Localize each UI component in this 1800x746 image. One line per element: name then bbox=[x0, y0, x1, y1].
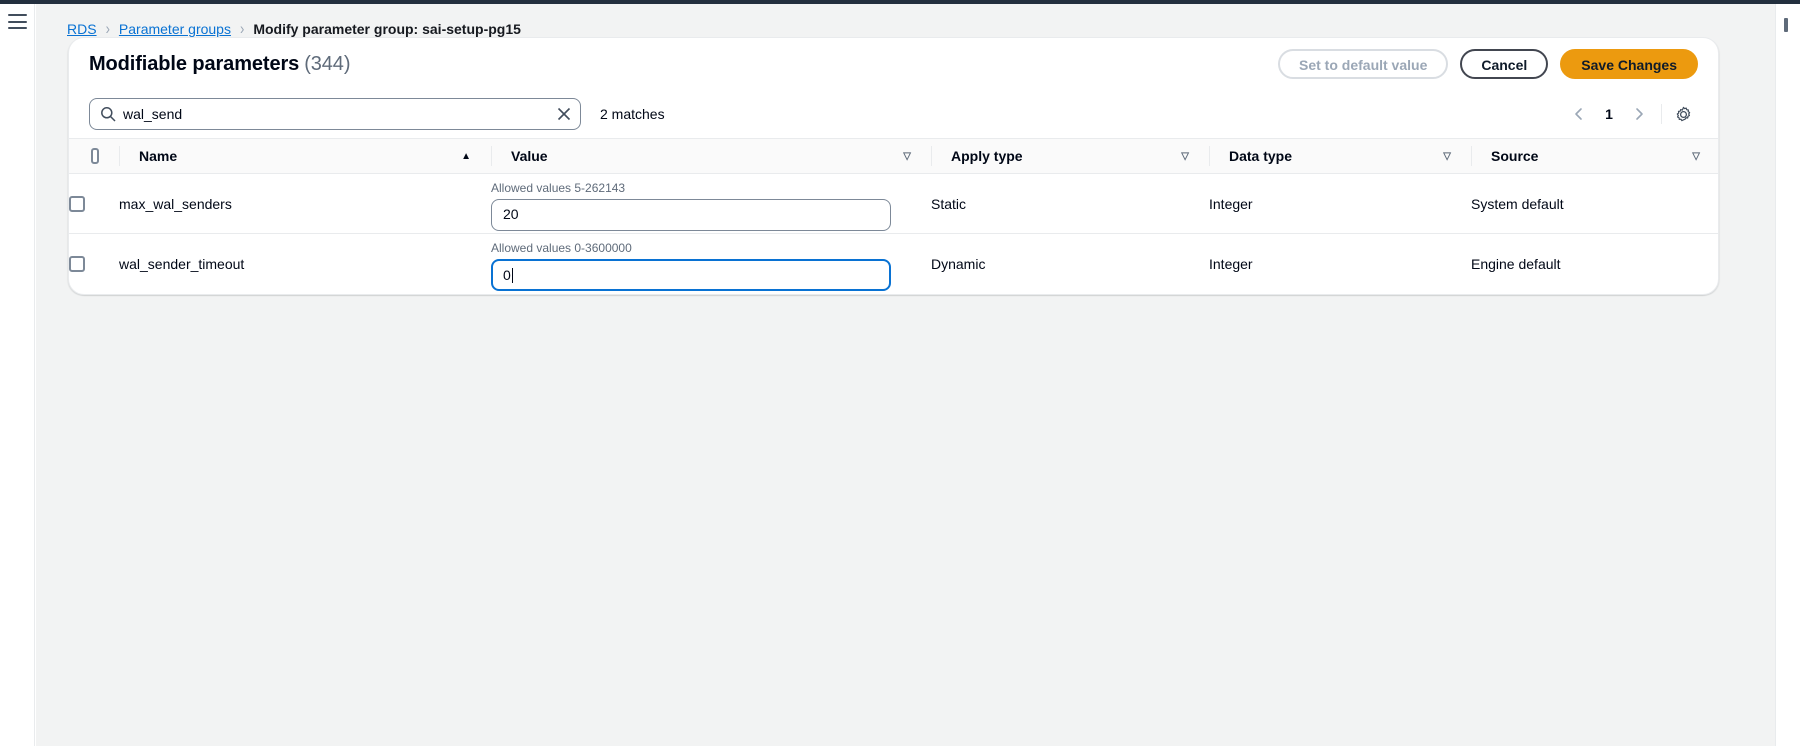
allowed-values-hint: Allowed values 5-262143 bbox=[491, 180, 911, 196]
parameter-value-text: 20 bbox=[503, 206, 519, 222]
gear-icon[interactable] bbox=[1668, 99, 1698, 129]
source-value: System default bbox=[1471, 196, 1719, 212]
table-row: max_wal_senders Allowed values 5-262143 … bbox=[69, 174, 1719, 234]
hamburger-menu-icon[interactable] bbox=[8, 14, 27, 29]
data-type-value: Integer bbox=[1209, 256, 1471, 272]
column-header-name[interactable]: Name ▲ bbox=[119, 139, 491, 174]
column-divider bbox=[119, 146, 120, 166]
row-checkbox[interactable] bbox=[69, 196, 85, 212]
top-accent-bar bbox=[0, 0, 1800, 4]
parameter-value-text: 0 bbox=[503, 267, 511, 283]
column-header-data-type-label: Data type bbox=[1229, 148, 1292, 164]
parameter-count: (344) bbox=[304, 53, 350, 75]
column-header-source-label: Source bbox=[1491, 148, 1538, 164]
breadcrumb-item-current: Modify parameter group: sai-setup-pg15 bbox=[253, 19, 521, 39]
column-header-name-label: Name bbox=[139, 148, 177, 164]
column-header-apply-type[interactable]: Apply type ▽ bbox=[931, 139, 1209, 174]
column-header-apply-type-label: Apply type bbox=[951, 148, 1023, 164]
breadcrumb-item-rds[interactable]: RDS bbox=[67, 19, 97, 39]
pagination: 1 bbox=[1563, 98, 1698, 130]
set-to-default-value-button[interactable]: Set to default value bbox=[1278, 49, 1448, 79]
text-caret bbox=[512, 268, 513, 283]
cancel-button[interactable]: Cancel bbox=[1460, 49, 1548, 79]
parameter-value-input[interactable]: 20 bbox=[491, 199, 891, 231]
breadcrumb-item-parameter-groups[interactable]: Parameter groups bbox=[119, 19, 231, 39]
chevron-right-icon[interactable] bbox=[1623, 98, 1655, 130]
main-content-area: RDS › Parameter groups › Modify paramete… bbox=[36, 4, 1775, 746]
select-all-checkbox[interactable] bbox=[91, 148, 99, 164]
apply-type-value: Static bbox=[931, 196, 1209, 212]
table-header-row: Name ▲ Value ▽ Apply t bbox=[69, 139, 1719, 174]
apply-type-value: Dynamic bbox=[931, 256, 1209, 272]
column-divider bbox=[1471, 146, 1472, 166]
right-panel-rail bbox=[1775, 4, 1800, 746]
table-header: Name ▲ Value ▽ Apply t bbox=[69, 139, 1719, 174]
sort-icon: ▽ bbox=[1443, 151, 1451, 162]
page-title-text: Modifiable parameters bbox=[89, 53, 299, 75]
column-header-source[interactable]: Source ▽ bbox=[1471, 139, 1719, 174]
page-number-1[interactable]: 1 bbox=[1595, 98, 1623, 130]
data-type-value: Integer bbox=[1209, 196, 1471, 212]
apply-type-cell: Dynamic bbox=[931, 234, 1209, 294]
left-navigation-rail bbox=[0, 4, 35, 746]
breadcrumb: RDS › Parameter groups › Modify paramete… bbox=[67, 19, 521, 39]
save-changes-button[interactable]: Save Changes bbox=[1560, 49, 1698, 79]
table-row: wal_sender_timeout Allowed values 0-3600… bbox=[69, 234, 1719, 294]
parameter-name-cell: max_wal_senders bbox=[119, 174, 491, 234]
sort-icon: ▽ bbox=[1181, 151, 1189, 162]
column-header-value-label: Value bbox=[511, 148, 548, 164]
allowed-values-hint: Allowed values 0-3600000 bbox=[491, 240, 911, 256]
modifiable-parameters-card: Modifiable parameters(344) Set to defaul… bbox=[68, 37, 1719, 295]
sort-ascending-icon: ▲ bbox=[461, 151, 471, 162]
match-count-text: 2 matches bbox=[600, 106, 665, 122]
column-divider bbox=[931, 146, 932, 166]
parameter-name: wal_sender_timeout bbox=[119, 256, 491, 272]
row-checkbox[interactable] bbox=[69, 256, 85, 272]
search-input[interactable] bbox=[89, 98, 581, 130]
data-type-cell: Integer bbox=[1209, 234, 1471, 294]
sort-icon: ▽ bbox=[1692, 151, 1700, 162]
row-select-cell bbox=[69, 174, 119, 234]
column-divider bbox=[1209, 146, 1210, 166]
column-header-select-all bbox=[69, 139, 119, 174]
parameter-value-cell: Allowed values 5-262143 20 bbox=[491, 174, 931, 234]
page-title: Modifiable parameters(344) bbox=[89, 53, 350, 76]
column-header-data-type[interactable]: Data type ▽ bbox=[1209, 139, 1471, 174]
parameter-name-cell: wal_sender_timeout bbox=[119, 234, 491, 294]
parameters-table: Name ▲ Value ▽ Apply t bbox=[69, 138, 1719, 294]
parameter-name: max_wal_senders bbox=[119, 196, 491, 212]
source-cell: System default bbox=[1471, 174, 1719, 234]
close-icon[interactable] bbox=[555, 105, 573, 123]
data-type-cell: Integer bbox=[1209, 174, 1471, 234]
parameter-value-input[interactable]: 0 bbox=[491, 259, 891, 291]
column-header-value[interactable]: Value ▽ bbox=[491, 139, 931, 174]
header-actions: Set to default value Cancel Save Changes bbox=[1278, 49, 1698, 79]
table-body: max_wal_senders Allowed values 5-262143 … bbox=[69, 174, 1719, 294]
divider bbox=[1661, 104, 1662, 124]
sort-icon: ▽ bbox=[903, 151, 911, 162]
card-header: Modifiable parameters(344) Set to defaul… bbox=[69, 38, 1718, 90]
column-divider bbox=[491, 146, 492, 166]
filter-bar: 2 matches 1 bbox=[69, 90, 1718, 138]
split-panel-icon[interactable] bbox=[1784, 18, 1788, 32]
row-select-cell bbox=[69, 234, 119, 294]
chevron-left-icon[interactable] bbox=[1563, 98, 1595, 130]
source-value: Engine default bbox=[1471, 256, 1719, 272]
parameter-value-cell: Allowed values 0-3600000 0 bbox=[491, 234, 931, 294]
apply-type-cell: Static bbox=[931, 174, 1209, 234]
search-field-wrapper bbox=[89, 98, 581, 130]
source-cell: Engine default bbox=[1471, 234, 1719, 294]
